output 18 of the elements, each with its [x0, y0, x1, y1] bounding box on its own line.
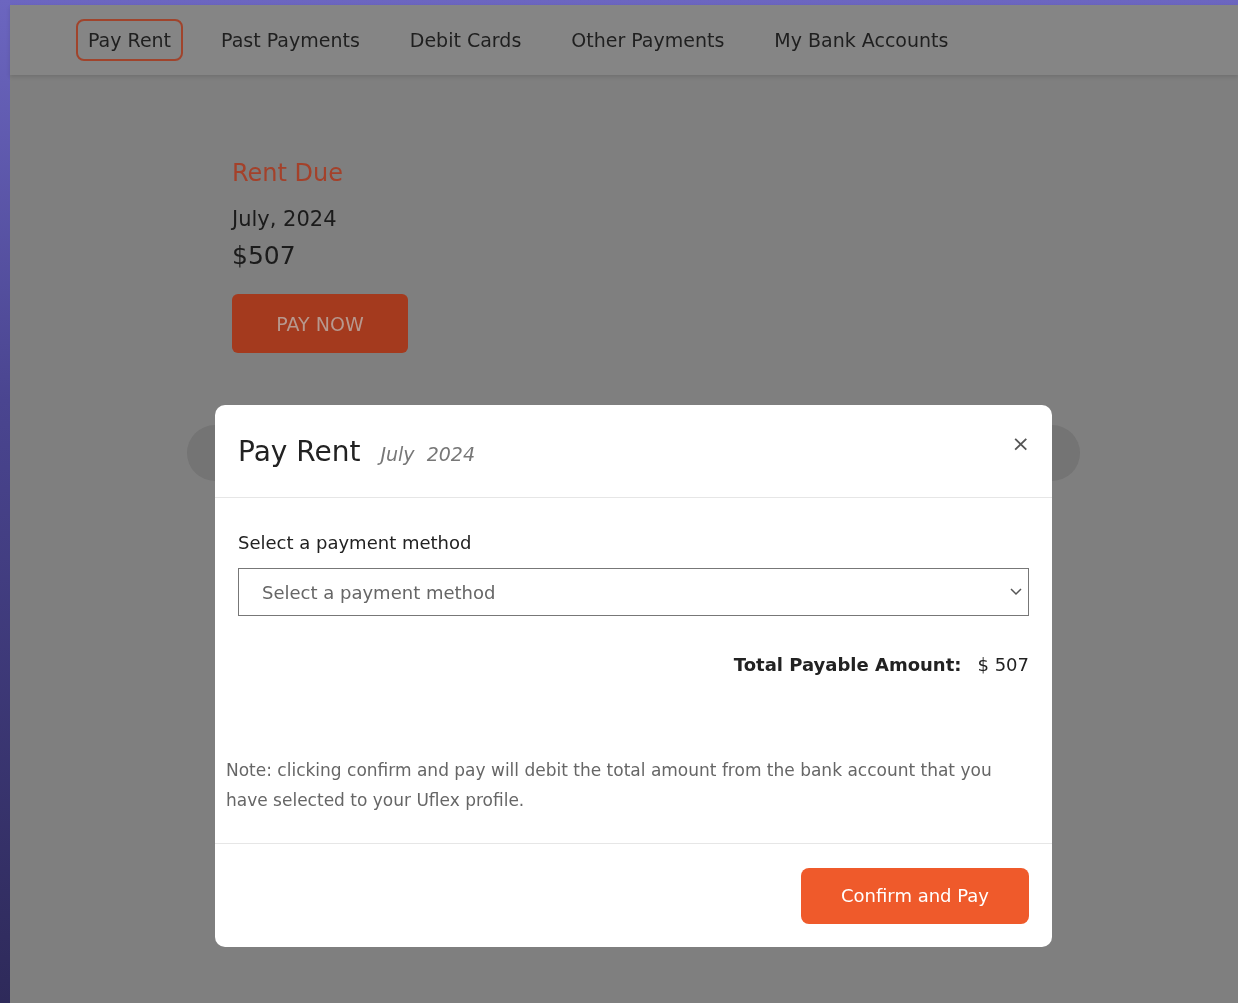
field-label: Select a payment method — [238, 532, 473, 553]
payment-method-dropdown[interactable]: Select a payment method — [238, 568, 1029, 616]
section-heading: Rent Due — [232, 159, 344, 187]
nav-tab[interactable]: My Bank Accounts — [762, 19, 961, 61]
note-text: Note: clicking confirm and pay will debit the total amount from the bank account that you have selected to your Uflex profile. — [226, 759, 993, 812]
close-button[interactable]: × — [1011, 431, 1030, 456]
modal-title: Pay Rent — [238, 435, 361, 468]
nav-tab[interactable]: Other Payments — [559, 19, 737, 61]
confirm-and-pay-button[interactable]: Confirm and Pay — [801, 867, 1029, 924]
nav-tab[interactable]: Pay Rent — [76, 19, 184, 61]
total-label: Total Payable Amount: — [733, 654, 962, 675]
total-amount: $ 507 — [977, 654, 1029, 675]
rent-period: July, 2024 — [232, 207, 337, 231]
nav-tab[interactable]: Debit Cards — [397, 19, 534, 61]
pay-now-button[interactable]: PAY NOW — [232, 294, 408, 353]
chevron-down-icon — [1010, 588, 1022, 596]
rent-amount: $507 — [232, 241, 296, 270]
nav-tab[interactable]: Past Payments — [209, 19, 372, 61]
